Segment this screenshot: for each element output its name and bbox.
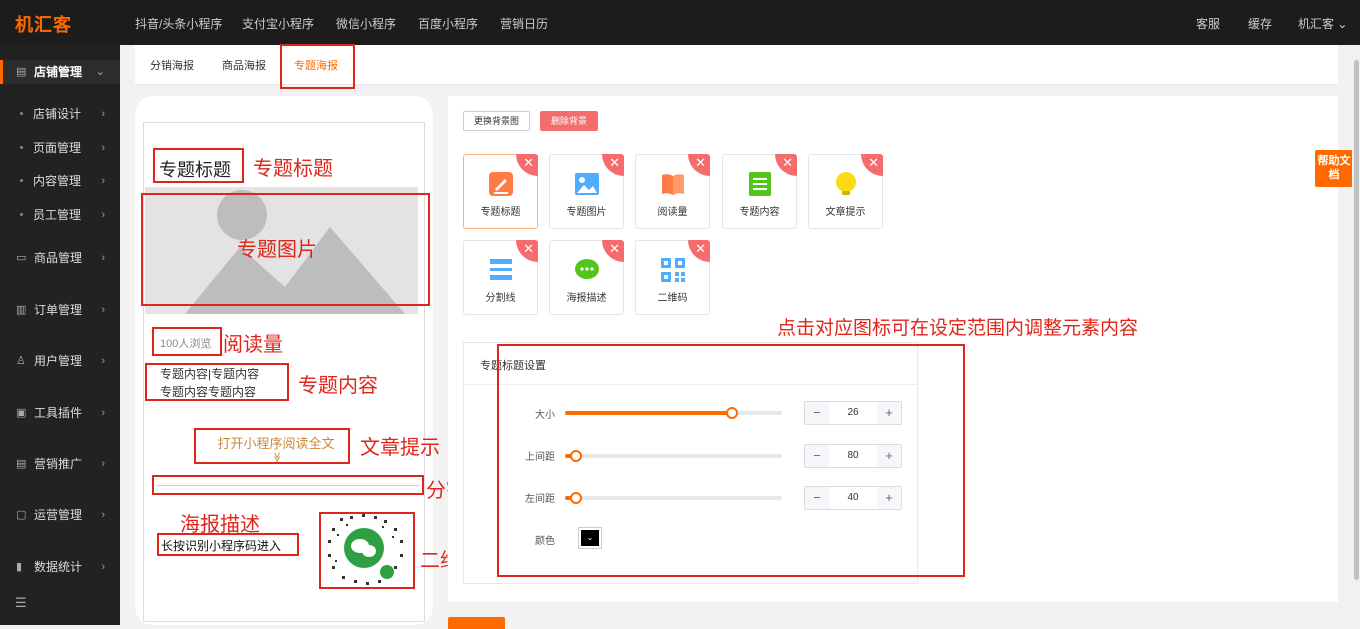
image-icon [574,173,599,195]
annotation-box-divider [152,475,424,495]
chevron-right-icon: › [101,252,105,264]
chevron-right-icon: › [101,561,105,573]
remove-icon[interactable]: ✕ [775,154,797,176]
remove-icon[interactable]: ✕ [861,154,883,176]
chevron-right-icon: › [101,355,105,367]
tab-goods-poster[interactable]: 商品海报 [222,57,266,73]
annotation-box-read [152,327,222,356]
sidebar-item-content[interactable]: 内容管理 › [0,169,120,193]
remove-icon[interactable]: ✕ [602,154,624,176]
annotation-box-settings [497,344,965,577]
sidebar-item-page[interactable]: 页面管理 › [0,136,120,160]
annotation-hint: 点击对应图标可在设定范围内调整元素内容 [777,318,1139,339]
annotation-box-tip [194,428,350,464]
chevron-right-icon: › [101,175,105,187]
book-icon [661,174,684,195]
change-background-button[interactable]: 更换背景图 [463,111,531,131]
sidebar-item-marketing[interactable]: ▤ 营销推广 › [0,452,120,476]
nav-douyin[interactable]: 抖音/头条小程序 [135,15,222,32]
sidebar-item-users[interactable]: ♙ 用户管理 › [0,349,120,373]
sidebar-item-stats[interactable]: ▮ 数据统计 › [0,555,120,579]
edit-icon [488,172,513,196]
component-topic-content[interactable]: 专题内容 ✕ [722,154,797,229]
shop-icon: ▤ [16,66,27,78]
annotation-box-desc [157,533,299,556]
sidebar-item-orders[interactable]: ▥ 订单管理 › [0,298,120,322]
nav-wechat[interactable]: 微信小程序 [336,15,396,32]
scrollbar-thumb[interactable] [1354,60,1359,580]
component-topic-title[interactable]: 专题标题 ✕ [463,154,538,229]
remove-icon[interactable]: ✕ [516,154,538,176]
sidebar-item-shop[interactable]: ▤ 店铺管理 ⌄ [0,60,120,84]
nav-cache[interactable]: 缓存 [1248,15,1272,32]
sidebar-item-goods[interactable]: ▭ 商品管理 › [0,246,120,270]
tab-highlight-box [280,44,355,89]
sidebar: ▤ 店铺管理 ⌄ 店铺设计 › 页面管理 › 内容管理 › 员工管理 › ▭ 商品管理 › … [0,45,120,625]
user-icon: ♙ [16,355,26,367]
component-poster-desc[interactable]: 海报描述 ✕ [549,240,624,315]
component-divider[interactable]: 分割线 ✕ [463,240,538,315]
logo[interactable]: 机汇客 [15,11,72,37]
chevron-right-icon: › [101,209,105,221]
order-icon: ▥ [16,304,27,316]
chevron-down-icon: ⌄ [1337,17,1348,31]
component-read-count[interactable]: 阅读量 ✕ [635,154,710,229]
nav-service[interactable]: 客服 [1196,15,1220,32]
sidebar-item-operation[interactable]: ▢ 运营管理 › [0,503,120,527]
annotation-box-title [153,148,244,183]
nav-alipay[interactable]: 支付宝小程序 [242,15,314,32]
chevron-down-icon: ⌄ [95,66,105,78]
nav-calendar[interactable]: 营销日历 [500,15,548,32]
operation-icon: ▢ [16,509,27,521]
marketing-icon: ▤ [16,458,27,470]
sidebar-item-tools[interactable]: ▣ 工具插件 › [0,401,120,425]
chevron-right-icon: › [101,304,105,316]
annotation-box-qrcode [319,512,415,589]
qrcode-icon [660,258,685,282]
sidebar-item-shop-design[interactable]: 店铺设计 › [0,102,120,126]
remove-icon[interactable]: ✕ [688,240,710,262]
annotation-tip: 文章提示 [360,437,440,459]
bulb-icon [835,172,856,195]
chevron-right-icon: › [101,458,105,470]
chevron-right-icon: › [101,142,105,154]
delete-background-button[interactable]: 删除背景 [540,111,599,131]
goods-icon: ▭ [16,252,27,264]
list-icon [748,172,771,196]
chat-icon [574,259,599,279]
tool-icon: ▣ [16,407,27,419]
tab-distribution-poster[interactable]: 分销海报 [150,57,194,73]
component-topic-image[interactable]: 专题图片 ✕ [549,154,624,229]
help-docs-button[interactable]: 帮助文档 [1315,150,1353,187]
chevron-right-icon: › [101,108,105,120]
nav-account[interactable]: 机汇客 ⌄ [1298,15,1347,32]
annotation-content: 专题内容 [298,375,378,397]
remove-icon[interactable]: ✕ [516,240,538,262]
component-article-tip[interactable]: 文章提示 ✕ [808,154,883,229]
chevron-right-icon: › [101,509,105,521]
top-bar: 机汇客 抖音/头条小程序 支付宝小程序 微信小程序 百度小程序 营销日历 客服 … [0,0,1360,45]
annotation-read: 阅读量 [223,334,283,356]
annotation-box-content [145,363,289,401]
nav-baidu[interactable]: 百度小程序 [418,15,478,32]
component-qrcode[interactable]: 二维码 ✕ [635,240,710,315]
chevron-right-icon: › [101,407,105,419]
remove-icon[interactable]: ✕ [602,240,624,262]
save-button[interactable] [448,617,505,629]
annotation-image: 专题图片 [237,239,317,261]
stats-icon: ▮ [16,561,23,573]
sidebar-item-staff[interactable]: 员工管理 › [0,203,120,227]
divider-icon [489,259,512,280]
remove-icon[interactable]: ✕ [688,154,710,176]
annotation-title: 专题标题 [253,158,333,180]
menu-collapse-icon[interactable]: ☰ [15,595,27,611]
